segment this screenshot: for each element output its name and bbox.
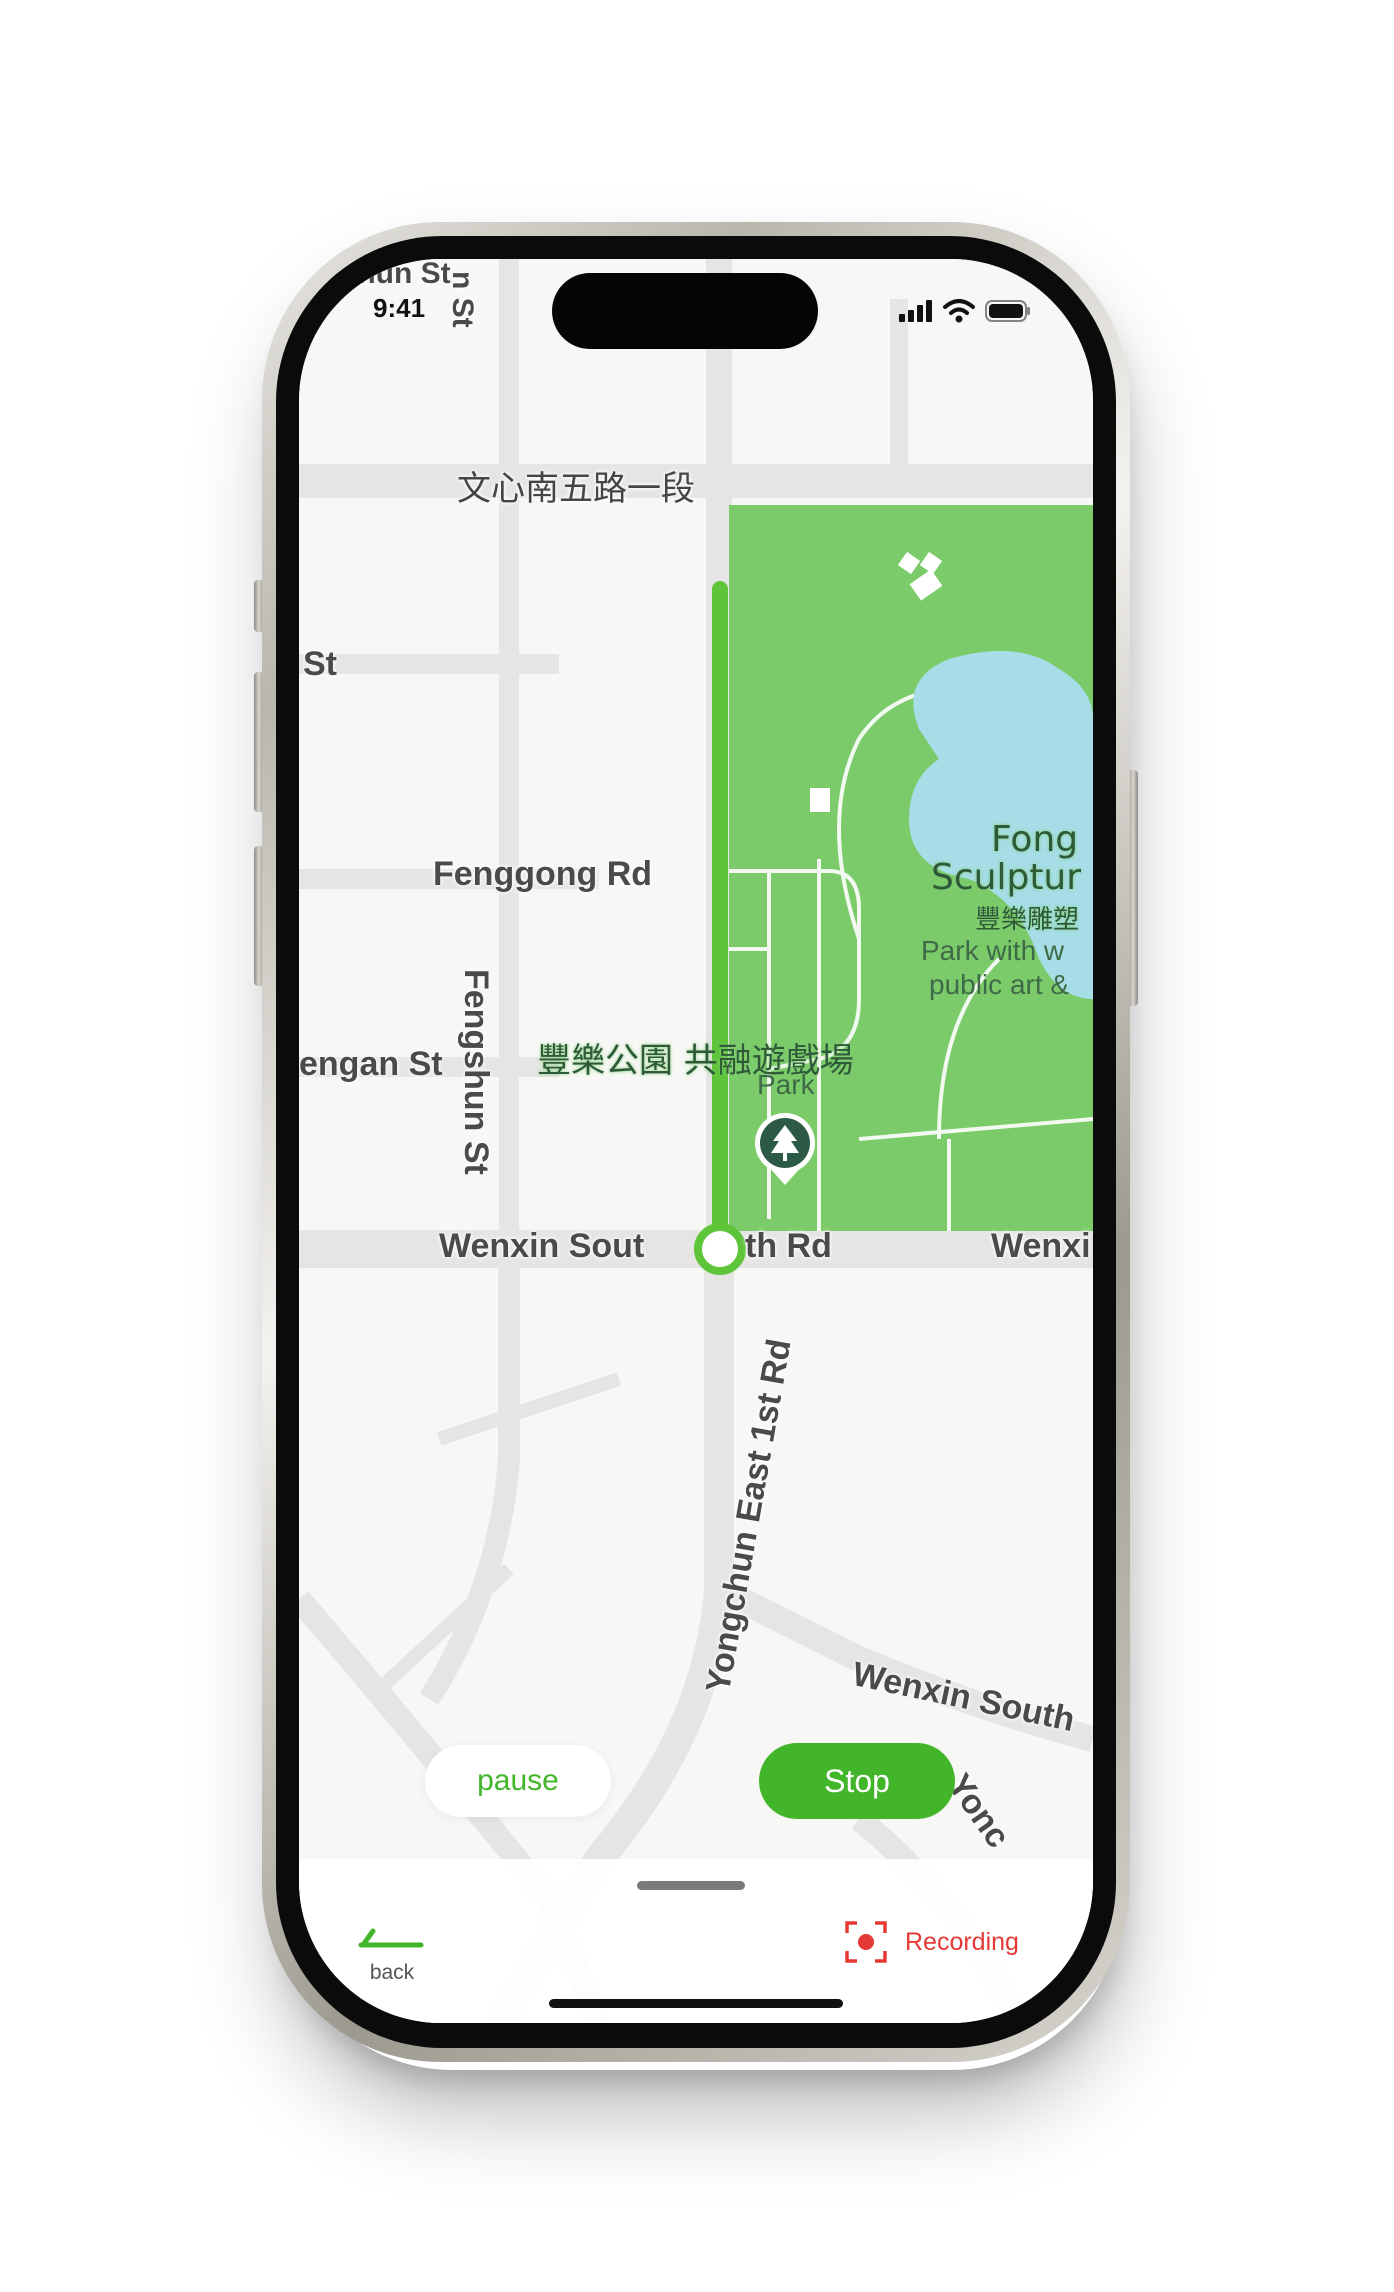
home-indicator[interactable] bbox=[549, 1999, 843, 2008]
stop-button[interactable]: Stop bbox=[759, 1743, 955, 1819]
wifi-icon bbox=[943, 299, 975, 323]
back-button[interactable]: back bbox=[357, 1919, 427, 1989]
sculpture-park-title: Sculptur bbox=[931, 857, 1082, 898]
map-view[interactable]: unun St n St 文心南五路一段 St Fenggong Rd enga… bbox=[299, 259, 1093, 2023]
street-label-wenxin: Wenxi bbox=[991, 1227, 1091, 1265]
dynamic-island bbox=[552, 273, 818, 349]
park-building bbox=[810, 788, 830, 812]
street-label-fengan: engan St bbox=[299, 1045, 443, 1083]
street-label-wenxin-south: th Rd bbox=[745, 1227, 832, 1265]
street-label: n St bbox=[446, 271, 479, 328]
status-time: 9:41 bbox=[373, 293, 426, 323]
phone-screen: unun St n St 文心南五路一段 St Fenggong Rd enga… bbox=[299, 259, 1093, 2023]
battery-icon bbox=[985, 300, 1030, 322]
sculpture-park-desc: Park with w bbox=[921, 935, 1065, 966]
park-type-label: Park bbox=[757, 1069, 815, 1100]
sculpture-park-desc: public art & bbox=[929, 969, 1070, 1000]
street-label: St bbox=[303, 645, 337, 683]
sculpture-park-title: Fong bbox=[991, 819, 1079, 860]
back-label: back bbox=[369, 1961, 415, 1984]
street-label-fenggong: Fenggong Rd bbox=[433, 855, 653, 893]
street-label-wenxin-south: Wenxin Sout bbox=[439, 1227, 645, 1265]
sculpture-park-zh: 豐樂雕塑 bbox=[975, 905, 1080, 935]
record-icon bbox=[845, 1921, 887, 1963]
sheet-grabber[interactable] bbox=[637, 1881, 745, 1890]
signal-icon bbox=[899, 300, 932, 322]
street-label-fengshun: Fengshun St bbox=[457, 969, 495, 1175]
pause-button[interactable]: pause bbox=[425, 1745, 611, 1817]
status-icons bbox=[899, 299, 1031, 323]
street-label-wenxin-5th: 文心南五路一段 bbox=[457, 469, 695, 509]
back-arrow-icon bbox=[358, 1928, 424, 1948]
recording-label: Recording bbox=[905, 1927, 1019, 1956]
street-label: unun St bbox=[339, 259, 451, 290]
map-canvas bbox=[299, 259, 1093, 2023]
route-end-icon bbox=[694, 1223, 746, 1275]
recording-indicator[interactable]: Recording bbox=[845, 1921, 1019, 1963]
